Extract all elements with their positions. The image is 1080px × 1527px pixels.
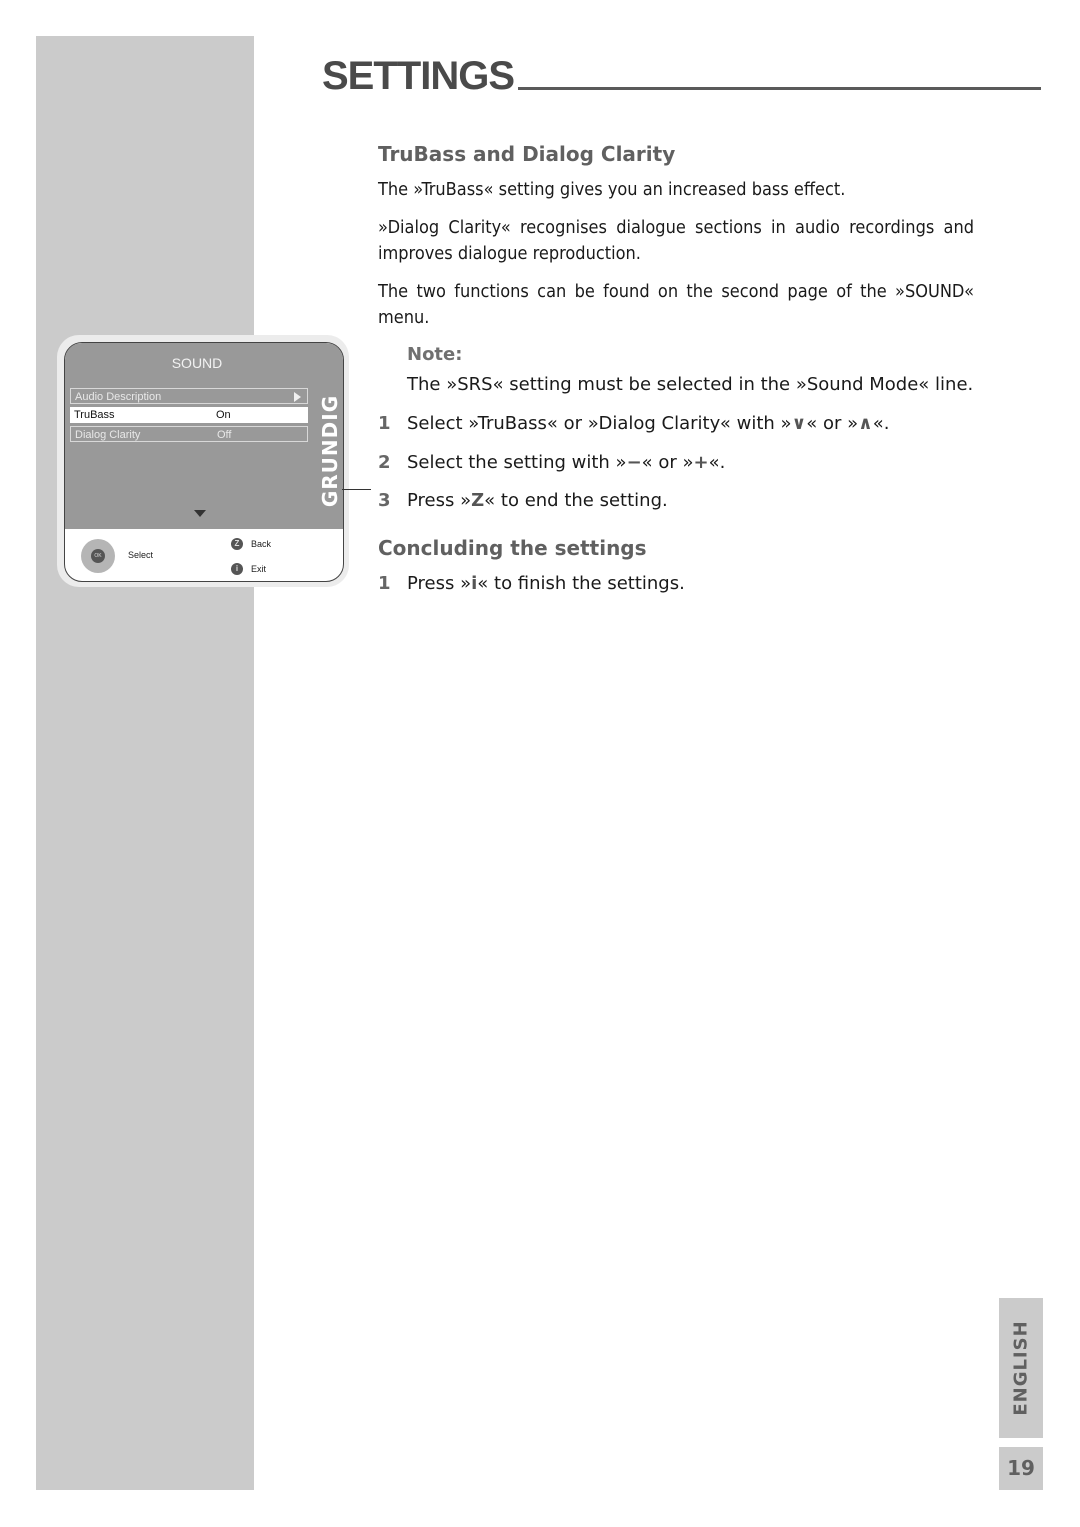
plus-key-icon: + [693, 452, 709, 473]
up-key-icon: ∧ [858, 413, 873, 434]
step-text: «. [872, 413, 890, 434]
paragraph-location: The two functions can be found on the se… [378, 281, 974, 328]
z-key-icon: Z [471, 490, 485, 511]
osd-menu-title: SOUND [171, 355, 223, 371]
down-key-icon: ∨ [791, 413, 807, 434]
ok-button-icon: OK [91, 549, 105, 563]
step-3: 3 Press »Z« to end the setting. [378, 488, 668, 514]
step-text: «. [708, 452, 726, 473]
osd-menu-body: SOUND Audio Description TruBass On Dialo… [65, 343, 343, 529]
osd-row-value: On [216, 409, 231, 421]
step-1: 1 Select »TruBass« or »Dialog Clarity« wi… [378, 411, 889, 437]
info-button-icon: i [231, 563, 243, 575]
scroll-down-arrow-icon[interactable] [194, 510, 206, 517]
note-text: The »SRS« setting must be selected in th… [407, 374, 974, 395]
paragraph-trubass: The »TruBass« setting gives you an incre… [378, 179, 846, 200]
step-text: « or » [641, 452, 694, 473]
grundig-logo: GRUNDIG [317, 383, 343, 518]
step-text: Press » [407, 490, 472, 511]
osd-row-label: Dialog Clarity [75, 429, 141, 441]
submenu-arrow-icon [294, 392, 301, 402]
step-text: « to end the setting. [484, 490, 668, 511]
exit-label: Exit [251, 564, 267, 574]
osd-row-label: TruBass [74, 409, 115, 421]
title-underline [518, 87, 1041, 90]
osd-row-value: Off [217, 429, 232, 441]
step-number: 2 [378, 452, 391, 473]
osd-row-trubass[interactable]: TruBass On [70, 407, 308, 423]
z-button-icon: Z [231, 538, 243, 550]
step-2: 2 Select the setting with »−« or »+«. [378, 450, 725, 476]
brand-text: GRUNDIG [318, 394, 342, 507]
step-text: Press » [407, 573, 472, 594]
language-label: ENGLISH [1010, 1320, 1032, 1416]
note-label: Note: [407, 344, 463, 365]
osd-row-dialog-clarity[interactable]: Dialog Clarity Off [70, 426, 308, 442]
back-label: Back [251, 539, 272, 549]
callout-line [342, 489, 371, 490]
section-heading-trubass: TruBass and Dialog Clarity [378, 142, 676, 166]
language-tab: ENGLISH [999, 1298, 1043, 1438]
step-number: 1 [378, 413, 391, 434]
step-text: « to finish the settings. [477, 573, 685, 594]
minus-key-icon: − [626, 452, 642, 473]
step-text: Select »TruBass« or »Dialog Clarity« wit… [407, 413, 792, 434]
page-number: 19 [999, 1447, 1043, 1490]
sidebar-gray-band [36, 36, 254, 1490]
conclude-step-1: 1 Press »i« to finish the settings. [378, 571, 685, 597]
step-text: Select the setting with » [407, 452, 627, 473]
dpad-icon: OK [81, 539, 115, 573]
step-number: 3 [378, 490, 391, 511]
osd-menu-footer: OK Select Z Back i Exit [65, 529, 343, 581]
step-number: 1 [378, 573, 391, 594]
osd-row-audio-description[interactable]: Audio Description [70, 388, 308, 404]
osd-row-label: Audio Description [75, 391, 162, 403]
osd-sound-menu: SOUND Audio Description TruBass On Dialo… [64, 342, 344, 582]
section-heading-concluding: Concluding the settings [378, 536, 647, 560]
page-title: SETTINGS [322, 54, 515, 98]
select-label: Select [128, 550, 154, 560]
step-text: « or » [806, 413, 859, 434]
paragraph-dialog-clarity: »Dialog Clarity« recognises dialogue sec… [378, 217, 974, 264]
